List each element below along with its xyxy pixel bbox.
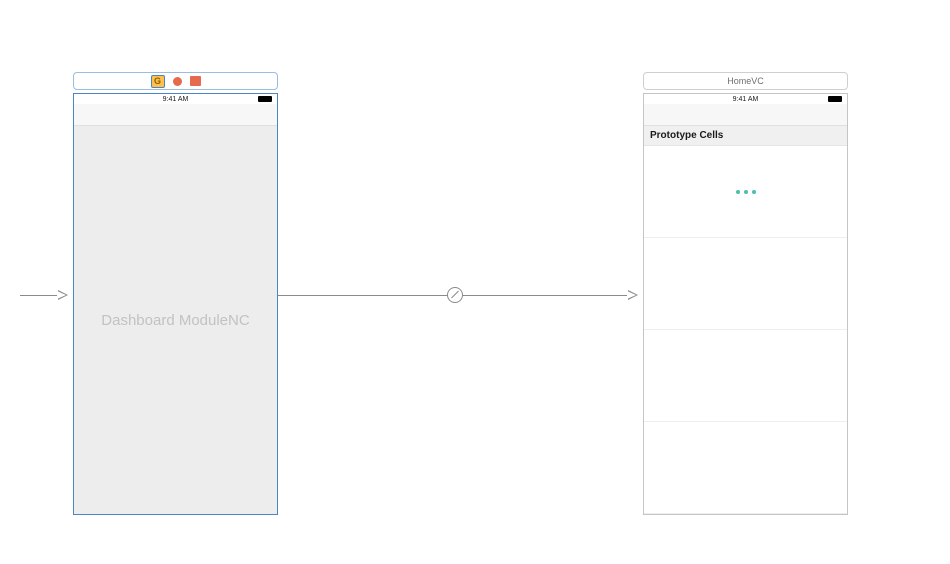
exit-icon[interactable] <box>190 76 201 86</box>
navigation-controller-icon[interactable]: G <box>151 75 165 88</box>
entry-arrow-line <box>20 295 60 296</box>
scene-title: HomeVC <box>644 76 847 86</box>
first-responder-icon[interactable] <box>173 77 182 86</box>
status-time: 9:41 AM <box>163 96 189 103</box>
scene-header-icons: G <box>151 75 201 88</box>
scene-header-dashboard[interactable]: G <box>73 72 278 90</box>
table-cell[interactable] <box>644 422 847 514</box>
phone-frame-dashboard[interactable]: 9:41 AM Dashboard ModuleNC <box>73 93 278 515</box>
table-cell[interactable] <box>644 146 847 238</box>
phone-frame-home[interactable]: 9:41 AM Prototype Cells <box>643 93 848 515</box>
prototype-cells-header: Prototype Cells <box>644 126 847 146</box>
battery-icon <box>828 96 842 102</box>
battery-icon <box>258 96 272 102</box>
content-area: Dashboard ModuleNC <box>74 126 277 514</box>
placeholder-label: Dashboard ModuleNC <box>101 312 249 329</box>
scene-header-home[interactable]: HomeVC <box>643 72 848 90</box>
segue-icon[interactable] <box>447 287 463 303</box>
navigation-bar <box>644 104 847 126</box>
status-bar: 9:41 AM <box>644 94 847 104</box>
scene-dashboard[interactable]: G 9:41 AM Dashboard ModuleNC <box>73 72 278 515</box>
scene-home[interactable]: HomeVC 9:41 AM Prototype Cells <box>643 72 848 515</box>
loading-dots-icon <box>736 190 756 194</box>
table-cell[interactable] <box>644 238 847 330</box>
table-view[interactable]: Prototype Cells <box>644 126 847 514</box>
table-cell[interactable] <box>644 330 847 422</box>
navigation-bar <box>74 104 277 126</box>
status-bar: 9:41 AM <box>74 94 277 104</box>
status-time: 9:41 AM <box>733 96 759 103</box>
